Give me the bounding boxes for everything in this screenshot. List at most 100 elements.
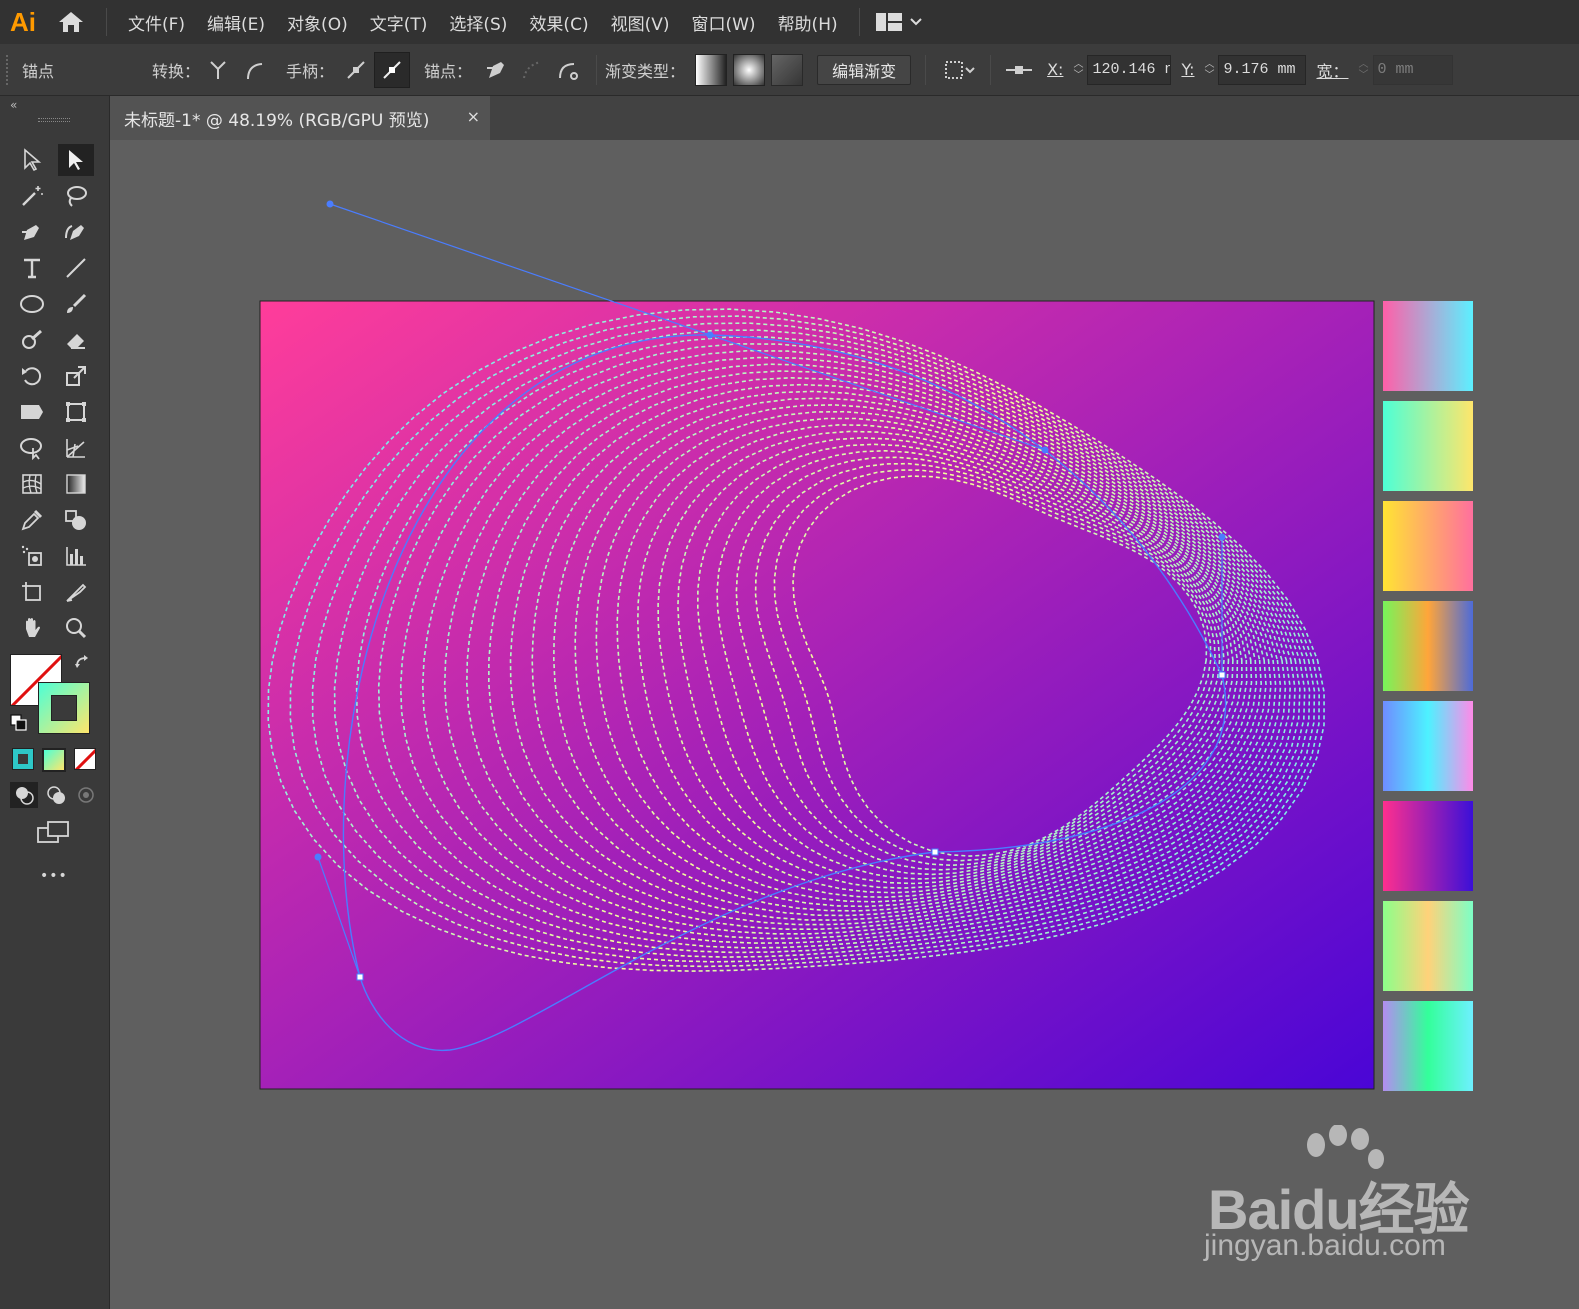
linear-gradient-button[interactable] xyxy=(695,53,728,86)
y-stepper[interactable]: ︿ ﹀ xyxy=(1200,55,1218,85)
gradient-swatch-1[interactable] xyxy=(1383,301,1473,391)
column-graph-tool-icon[interactable] xyxy=(58,540,94,572)
home-icon[interactable] xyxy=(46,0,96,44)
artboard-tool-icon[interactable] xyxy=(14,576,50,608)
menu-object[interactable]: 对象(O) xyxy=(276,10,359,35)
direction-handle-point[interactable] xyxy=(706,331,714,339)
gradient-type-label: 渐变类型： xyxy=(605,61,686,81)
slice-tool-icon[interactable] xyxy=(58,576,94,608)
menu-file[interactable]: 文件(F) xyxy=(117,10,196,35)
menu-effect[interactable]: 效果(C) xyxy=(518,10,599,35)
app-logo: Ai xyxy=(10,6,36,37)
magic-wand-tool-icon[interactable] xyxy=(14,180,50,212)
anchor-point[interactable] xyxy=(931,848,939,856)
connect-anchors-icon xyxy=(514,52,550,88)
collapse-panel-icon[interactable]: « xyxy=(10,98,17,112)
zoom-tool-icon[interactable] xyxy=(58,612,94,644)
type-tool-icon[interactable] xyxy=(14,252,50,284)
gradient-swatch-5[interactable] xyxy=(1383,701,1473,791)
lasso-tool-icon[interactable] xyxy=(58,180,94,212)
remove-anchor-icon[interactable] xyxy=(478,52,514,88)
anchor-point[interactable] xyxy=(1218,671,1226,679)
cut-path-icon[interactable] xyxy=(550,52,586,88)
default-fill-stroke-icon[interactable] xyxy=(10,714,28,736)
draw-inside-icon xyxy=(72,782,100,808)
stroke-swatch[interactable] xyxy=(38,682,90,734)
shape-builder-tool-icon[interactable] xyxy=(14,432,50,464)
convert-smooth-icon[interactable] xyxy=(236,52,272,88)
width-tool-icon[interactable] xyxy=(14,396,50,428)
none-mode-icon[interactable] xyxy=(74,748,96,770)
menu-window[interactable]: 窗口(W) xyxy=(680,10,766,35)
screen-mode-icon[interactable] xyxy=(36,818,72,852)
pen-tool-icon[interactable] xyxy=(14,216,50,248)
hide-handles-icon[interactable] xyxy=(374,51,411,88)
convert-label: 转换： xyxy=(152,61,201,81)
gradient-swatch-2[interactable] xyxy=(1383,401,1473,491)
edit-gradient-button[interactable]: 编辑渐变 xyxy=(817,54,912,85)
menu-help[interactable]: 帮助(H) xyxy=(767,10,849,35)
gradient-swatch-7[interactable] xyxy=(1383,901,1473,991)
rotate-tool-icon[interactable] xyxy=(14,360,50,392)
hand-tool-icon[interactable] xyxy=(14,612,50,644)
y-field[interactable]: 9.176 mm xyxy=(1218,54,1307,85)
swap-fill-stroke-icon[interactable] xyxy=(74,654,92,676)
control-separator xyxy=(596,54,598,85)
control-bar: 锚点 转换： 手柄： 锚点： 渐变类型： 编辑渐变 X: ︿ ﹀ 120.146 … xyxy=(0,44,1579,96)
paintbrush-tool-icon[interactable] xyxy=(58,288,94,320)
color-mode-icon[interactable] xyxy=(12,748,34,770)
freeform-gradient-button[interactable] xyxy=(771,53,804,86)
document-tab-title: 未标题-1* @ 48.19% (RGB/GPU 预览) xyxy=(124,110,430,131)
menu-view[interactable]: 视图(V) xyxy=(600,10,681,35)
direction-handle-point[interactable] xyxy=(1218,533,1226,541)
direct-selection-tool-icon[interactable] xyxy=(58,144,94,176)
gradient-swatch-3[interactable] xyxy=(1383,501,1473,591)
control-separator xyxy=(990,54,992,85)
x-field[interactable]: 120.146 n xyxy=(1087,54,1172,85)
selection-tool-icon[interactable] xyxy=(14,144,50,176)
x-label: X: xyxy=(1047,60,1064,79)
eyedropper-tool-icon[interactable] xyxy=(14,504,50,536)
perspective-grid-tool-icon[interactable] xyxy=(58,432,94,464)
symbol-sprayer-tool-icon[interactable] xyxy=(14,540,50,572)
line-segment-tool-icon[interactable] xyxy=(58,252,94,284)
gradient-tool-icon[interactable] xyxy=(58,468,94,500)
y-label: Y: xyxy=(1181,60,1195,79)
menu-type[interactable]: 文字(T) xyxy=(359,10,439,35)
show-handles-icon[interactable] xyxy=(338,52,374,88)
scale-tool-icon[interactable] xyxy=(58,360,94,392)
baidu-watermark: Baidu经验 jingyan.baidu.com xyxy=(1200,1125,1490,1275)
menu-select[interactable]: 选择(S) xyxy=(438,10,518,35)
edit-toolbar-icon[interactable]: ••• xyxy=(40,868,68,884)
direction-handle-point[interactable] xyxy=(314,853,322,861)
gradient-swatch-8[interactable] xyxy=(1383,1001,1473,1091)
ellipse-tool-icon[interactable] xyxy=(14,288,50,320)
convert-corner-icon[interactable] xyxy=(200,52,236,88)
blend-tool-icon[interactable] xyxy=(58,504,94,536)
x-stepper[interactable]: ︿ ﹀ xyxy=(1069,55,1087,85)
draw-behind-icon[interactable] xyxy=(42,782,70,808)
draw-normal-icon[interactable] xyxy=(10,782,38,808)
radial-gradient-button[interactable] xyxy=(733,53,766,86)
panel-grip[interactable] xyxy=(38,118,70,122)
gradient-swatch-4[interactable] xyxy=(1383,601,1473,691)
direction-handle-point[interactable] xyxy=(1041,446,1049,454)
control-bar-grip[interactable] xyxy=(6,54,14,85)
direction-handle-point[interactable] xyxy=(326,200,334,208)
reference-point-icon[interactable] xyxy=(1001,52,1037,88)
free-transform-tool-icon[interactable] xyxy=(58,396,94,428)
gradient-swatch-6[interactable] xyxy=(1383,801,1473,891)
mesh-tool-icon[interactable] xyxy=(14,468,50,500)
shaper-tool-icon[interactable] xyxy=(14,324,50,356)
align-options-icon[interactable] xyxy=(940,52,980,88)
eraser-tool-icon[interactable] xyxy=(58,324,94,356)
workspace-switcher-icon[interactable] xyxy=(875,13,922,31)
anchor-point[interactable] xyxy=(356,973,364,981)
tools-panel: « ••• xyxy=(0,96,110,1309)
document-tab[interactable]: 未标题-1* @ 48.19% (RGB/GPU 预览) × xyxy=(110,96,490,140)
menu-separator xyxy=(106,8,107,36)
curvature-tool-icon[interactable] xyxy=(58,216,94,248)
gradient-mode-icon[interactable] xyxy=(42,748,66,772)
menu-edit[interactable]: 编辑(E) xyxy=(196,10,276,35)
close-tab-icon[interactable]: × xyxy=(467,107,480,126)
